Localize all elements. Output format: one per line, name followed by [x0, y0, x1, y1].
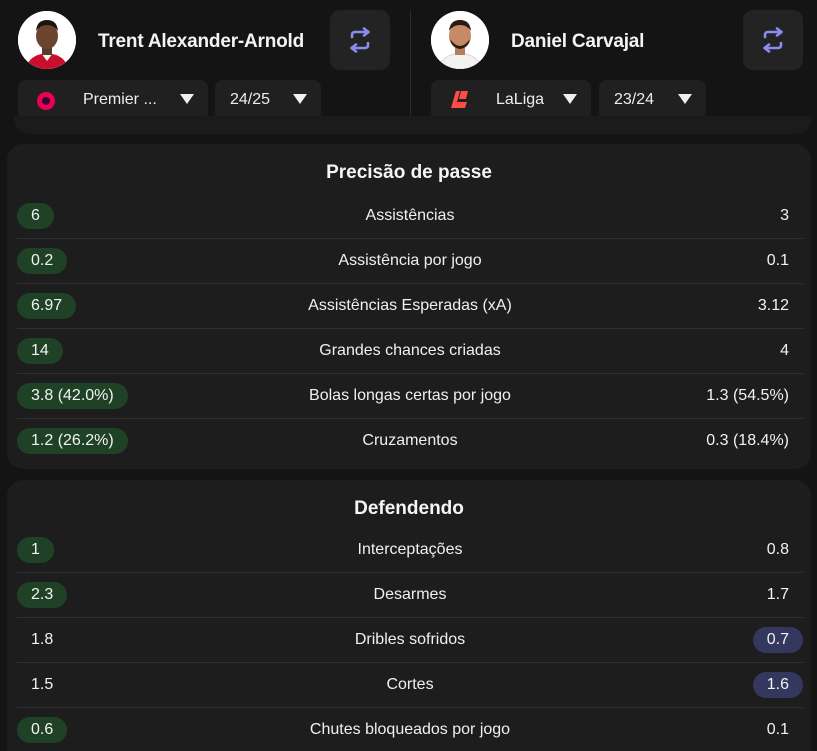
- player-right-league-label: LaLiga: [496, 91, 545, 108]
- stat-value-right: 1.3 (54.5%): [706, 387, 789, 404]
- player-right-photo: [431, 11, 489, 69]
- stat-label: Chutes bloqueados por jogo: [309, 721, 511, 738]
- stat-row: Assistências Esperadas (xA) 6.97 3.12: [17, 284, 803, 329]
- stat-row: Grandes chances criadas 14 4: [17, 329, 803, 374]
- stat-label: Cruzamentos: [362, 432, 458, 449]
- player-right-season-select[interactable]: 23/24: [599, 80, 706, 120]
- stat-row: Cortes 1.5 1.6: [17, 663, 803, 708]
- player-right-panel: Daniel Carvajal LaLiga 23/24: [431, 10, 803, 120]
- chevron-down-icon: [678, 94, 692, 104]
- stat-value-left: 1.8: [31, 631, 54, 648]
- stat-row: Desarmes 2.3 1.7: [17, 573, 803, 618]
- stats-section-defending: Defendendo Interceptações 1 0.8 Desarmes 2.3…: [7, 480, 811, 751]
- stat-value-right: 0.3 (18.4%): [706, 432, 789, 449]
- stat-label: Grandes chances criadas: [319, 342, 501, 359]
- stat-value-right: 1.6: [752, 672, 803, 698]
- player-left-league-select[interactable]: Premier ...: [18, 80, 208, 120]
- stat-label: Interceptações: [357, 541, 463, 558]
- stat-label: Assistências: [365, 207, 455, 224]
- player-left-panel: Trent Alexander-Arnold Premier ... 24/25: [18, 10, 395, 120]
- player-left-league-label: Premier ...: [83, 91, 157, 108]
- stat-value-right: 0.7: [752, 627, 803, 653]
- player-left-season-label: 24/25: [230, 91, 271, 108]
- player-left-swap-button[interactable]: [330, 10, 390, 70]
- player-right-name: Daniel Carvajal: [511, 31, 645, 52]
- stat-value-left: 6: [17, 203, 54, 229]
- chevron-down-icon: [180, 94, 194, 104]
- stat-value-right: 0.8: [766, 541, 789, 558]
- player-right-avatar[interactable]: [431, 11, 489, 69]
- player-left-season-select[interactable]: 24/25: [215, 80, 321, 120]
- stat-row: Assistência por jogo 0.2 0.1: [17, 239, 803, 284]
- chevron-down-icon: [563, 94, 577, 104]
- stat-label: Bolas longas certas por jogo: [309, 387, 511, 404]
- chevron-down-icon: [293, 94, 307, 104]
- stat-value-left: 14: [17, 338, 63, 364]
- player-right-swap-button[interactable]: [743, 10, 803, 70]
- player-left-photo: [18, 11, 76, 69]
- stat-label: Assistências Esperadas (xA): [308, 297, 512, 314]
- stat-value-left: 0.2: [17, 248, 68, 274]
- stat-value-right: 1.7: [766, 586, 789, 603]
- player-divider: [410, 10, 411, 120]
- previous-section-card: [14, 116, 812, 134]
- section-title: Defendendo: [354, 498, 464, 519]
- stat-label: Desarmes: [373, 586, 447, 603]
- stat-label: Dribles sofridos: [354, 631, 466, 648]
- player-right-season-label: 23/24: [614, 91, 655, 108]
- stat-value-left: 1.2 (26.2%): [17, 428, 128, 454]
- premier-league-logo-icon: [37, 92, 55, 110]
- stat-value-left: 1.5: [31, 676, 54, 693]
- stat-value-left: 0.6: [17, 717, 68, 743]
- player-left-avatar[interactable]: [18, 11, 76, 69]
- stat-value-left: 1: [17, 537, 54, 563]
- stat-value-right: 3: [780, 207, 789, 224]
- player-right-league-select[interactable]: LaLiga: [431, 80, 591, 120]
- stat-row: Interceptações 1 0.8: [17, 528, 803, 573]
- stat-label: Assistência por jogo: [338, 252, 482, 269]
- stats-section-passing: Precisão de passe Assistências 6 3 Assistên…: [7, 144, 811, 469]
- stat-value-left: 6.97: [17, 293, 77, 319]
- stat-value-right: 4: [780, 342, 789, 359]
- stat-row: Bolas longas certas por jogo 3.8 (42.0%) 1…: [17, 374, 803, 419]
- swap-icon: [763, 27, 783, 53]
- stat-value-right: 0.1: [766, 721, 789, 738]
- player-left-name: Trent Alexander-Arnold: [98, 31, 305, 52]
- stat-value-left: 3.8 (42.0%): [17, 383, 128, 409]
- stat-row: Chutes bloqueados por jogo 0.6 0.1: [17, 708, 803, 751]
- stat-value-left: 2.3: [17, 582, 68, 608]
- section-title: Precisão de passe: [326, 162, 492, 183]
- swap-icon: [350, 27, 370, 53]
- laliga-logo-icon: [451, 91, 468, 108]
- stat-value-right: 0.1: [766, 252, 789, 269]
- comparison-header: Trent Alexander-Arnold Premier ... 24/25: [0, 0, 817, 134]
- stat-row: Cruzamentos 1.2 (26.2%) 0.3 (18.4%): [17, 419, 803, 464]
- stat-row: Assistências 6 3: [17, 194, 803, 239]
- stat-row: Dribles sofridos 1.8 0.7: [17, 618, 803, 663]
- stat-value-right: 3.12: [757, 297, 789, 314]
- stat-label: Cortes: [386, 676, 434, 693]
